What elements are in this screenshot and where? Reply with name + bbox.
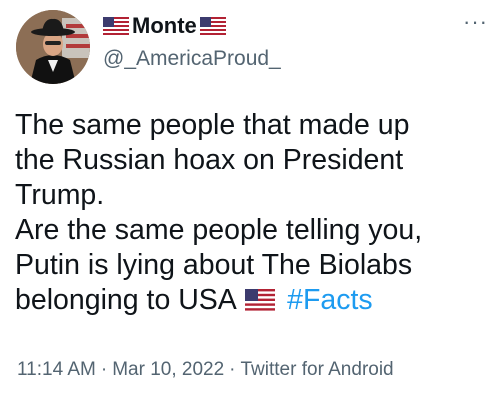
meta-separator: · — [100, 359, 108, 380]
tweet-time[interactable]: 11:14 AM — [17, 359, 96, 380]
tweet-text-line: Are the same people telling you, — [15, 214, 423, 246]
tweet-text-fragment: belonging to USA — [15, 284, 236, 316]
us-flag-icon — [199, 17, 226, 35]
user-handle[interactable]: @_AmericaProud_ — [103, 46, 281, 72]
tweet-card: Monte @_AmericaProud_ ··· The same peopl… — [0, 0, 500, 393]
tweet-text-line: the Russian hoax on President — [15, 144, 404, 176]
more-options-icon[interactable]: ··· — [463, 11, 488, 33]
avatar-image — [16, 10, 90, 84]
tweet-meta: 11:14 AM · Mar 10, 2022 · Twitter for Androi… — [17, 358, 394, 382]
meta-separator: · — [229, 359, 236, 380]
tweet-text-line: Trump. — [15, 179, 105, 211]
tweet-source[interactable]: Twitter for Android — [241, 359, 394, 380]
tweet-text: The same people that made up the Russian… — [15, 108, 490, 320]
tweet-text-line: The same people that made up — [15, 109, 410, 141]
tweet-date[interactable]: Mar 10, 2022 — [112, 359, 224, 380]
avatar[interactable] — [16, 10, 90, 84]
tweet-text-line: Putin is lying about The Biolabs — [15, 249, 413, 281]
display-name: Monte — [132, 13, 197, 38]
us-flag-icon — [245, 285, 276, 320]
tweet-text-line-last: belonging to USA #Facts — [15, 283, 490, 320]
hashtag-link[interactable]: #Facts — [287, 284, 373, 316]
author-name-row[interactable]: Monte — [103, 13, 226, 39]
us-flag-icon — [103, 17, 129, 35]
